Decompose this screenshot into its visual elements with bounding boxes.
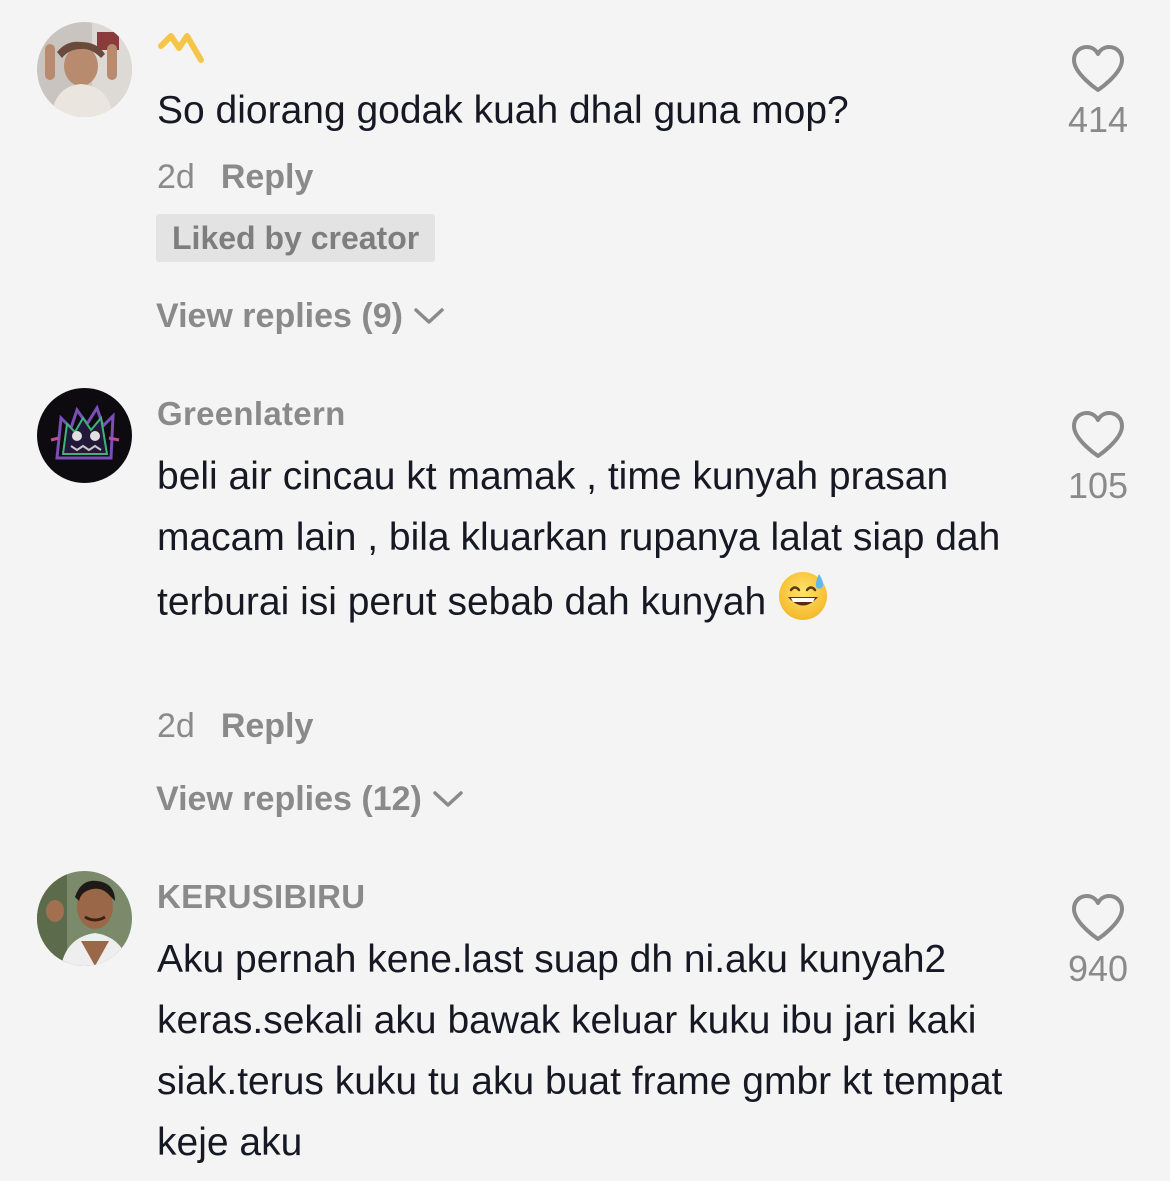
comment-text: Aku pernah kene.last suap dh ni.aku kuny… bbox=[157, 938, 1003, 1164]
comment-text-body: beli air cincau kt mamak , time kunyah p… bbox=[157, 455, 1001, 624]
heart-outline-icon bbox=[1072, 411, 1124, 458]
like-count: 414 bbox=[1067, 99, 1129, 140]
avatar[interactable] bbox=[37, 871, 132, 966]
sweat-smile-emoji bbox=[776, 568, 830, 640]
reply-button[interactable]: Reply bbox=[221, 707, 314, 745]
crown-logo-icon bbox=[158, 33, 204, 63]
comment-username[interactable]: Greenlatern bbox=[157, 394, 346, 434]
comment-time: 2d bbox=[157, 707, 195, 745]
like-count: 105 bbox=[1067, 465, 1129, 506]
view-replies-label: View replies (9) bbox=[156, 297, 403, 335]
comment-meta: 2d Reply bbox=[157, 155, 313, 199]
reply-button[interactable]: Reply bbox=[221, 158, 314, 196]
view-replies-button[interactable]: View replies (12) bbox=[156, 777, 464, 821]
comment-meta: 2d Reply bbox=[157, 704, 313, 748]
like-button[interactable]: 105 bbox=[1050, 410, 1146, 508]
chevron-down-icon bbox=[433, 791, 463, 807]
heart-outline-icon bbox=[1072, 45, 1124, 92]
avatar[interactable] bbox=[37, 388, 132, 483]
liked-by-creator-badge: Liked by creator bbox=[156, 214, 436, 262]
comment-text: beli air cincau kt mamak , time kunyah p… bbox=[157, 446, 1017, 640]
like-button[interactable]: 940 bbox=[1050, 893, 1146, 991]
like-count: 940 bbox=[1067, 948, 1129, 989]
avatar[interactable] bbox=[37, 22, 132, 117]
heart-outline-icon bbox=[1072, 894, 1124, 941]
chevron-down-icon bbox=[414, 308, 444, 324]
view-replies-label: View replies (12) bbox=[156, 780, 422, 818]
comment-text: So diorang godak kuah dhal guna mop? bbox=[157, 89, 849, 132]
comment-username[interactable]: KERUSIBIRU bbox=[157, 877, 365, 917]
view-replies-button[interactable]: View replies (9) bbox=[156, 294, 445, 338]
comment-time: 2d bbox=[157, 158, 195, 196]
like-button[interactable]: 414 bbox=[1050, 44, 1146, 142]
